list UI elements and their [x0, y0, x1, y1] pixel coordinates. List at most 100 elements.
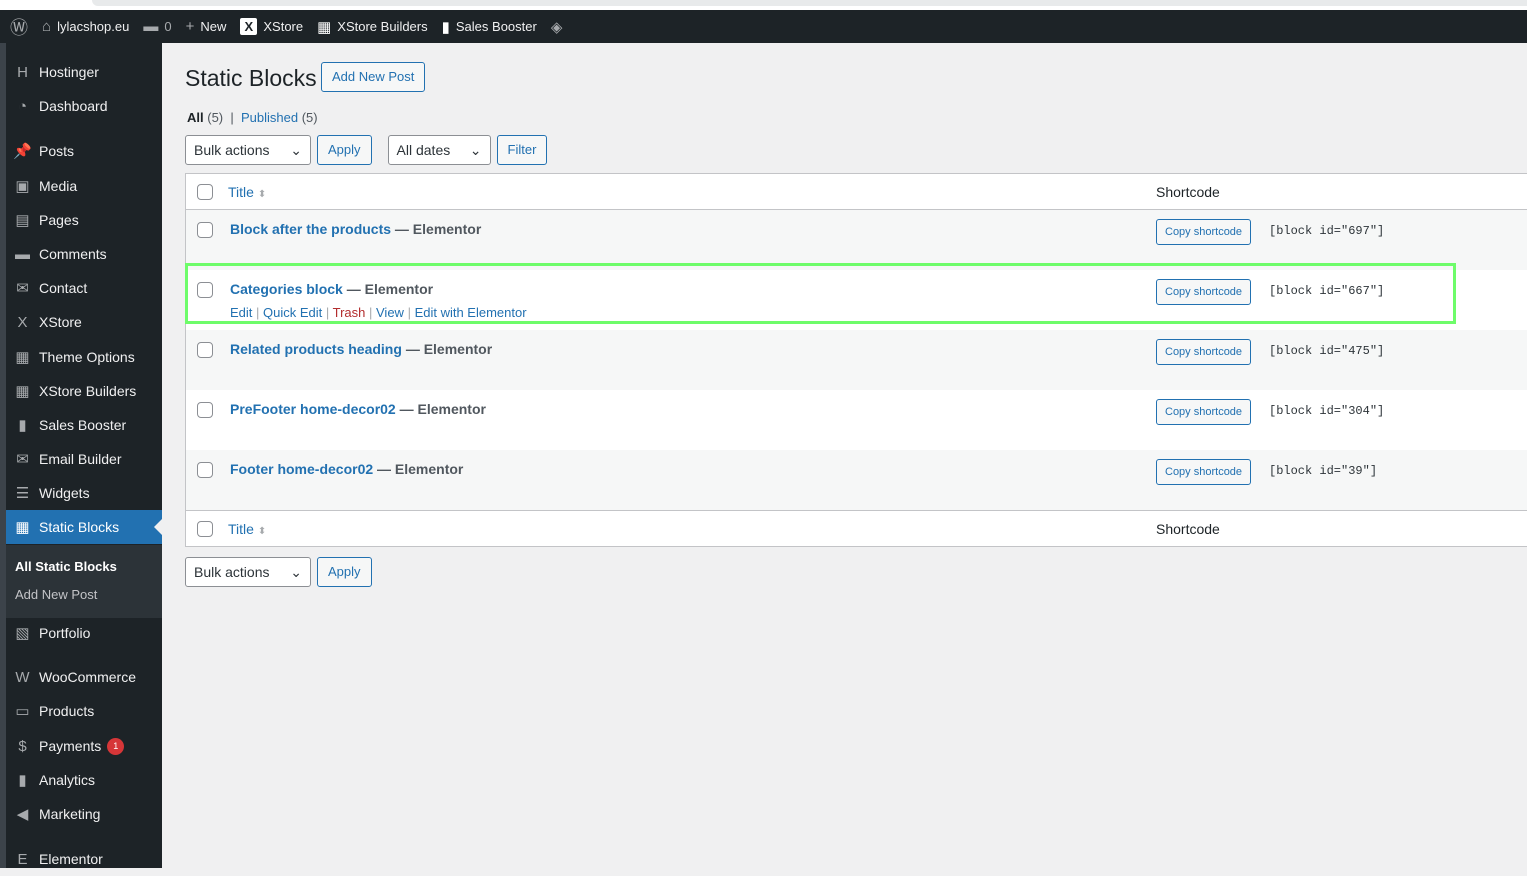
site-link[interactable]: ⌂ lylacshop.eu	[42, 10, 129, 43]
post-title-link[interactable]: Block after the products	[230, 221, 391, 237]
xstore-builders-link[interactable]: ▦ XStore Builders	[317, 10, 428, 43]
chevron-down-icon: ⌄	[469, 141, 482, 158]
wordpress-logo-icon[interactable]: Ⓦ	[10, 10, 28, 43]
filter-published[interactable]: Published	[241, 110, 298, 125]
sidebar-item-static-blocks[interactable]: ▦ Static Blocks	[6, 510, 162, 544]
post-state: — Elementor	[399, 401, 486, 417]
select-all-checkbox[interactable]	[197, 183, 213, 200]
plus-icon: +	[185, 18, 195, 35]
copy-shortcode-button[interactable]: Copy shortcode	[1156, 219, 1252, 245]
copy-shortcode-button[interactable]: Copy shortcode	[1156, 399, 1252, 425]
post-title-link[interactable]: Related products heading	[230, 341, 402, 357]
sidebar-item-analytics[interactable]: ▮ Analytics	[6, 763, 162, 797]
shortcode-header: Shortcode	[1156, 183, 1220, 200]
submenu-all-static-blocks[interactable]: All Static Blocks	[15, 559, 117, 574]
bulk-actions-select[interactable]: Bulk actions ⌄	[185, 557, 311, 587]
bar-chart-icon: ▮	[441, 18, 450, 36]
action-quick-edit[interactable]: Quick Edit	[263, 305, 322, 320]
apply-button[interactable]: Apply	[317, 135, 372, 165]
sidebar-item-label: Contact	[39, 280, 88, 296]
sidebar-item-comments[interactable]: ▬ Comments	[6, 237, 162, 271]
add-new-post-button[interactable]: Add New Post	[321, 62, 426, 92]
sidebar-item-posts[interactable]: 📌 Posts	[6, 134, 162, 168]
sales-booster-icon: ▮	[18, 417, 27, 434]
post-title-link[interactable]: Footer home-decor02	[230, 461, 373, 477]
row-actions: Edit | Quick Edit | Trash | View | Edit …	[230, 305, 527, 320]
sidebar-item-hostinger[interactable]: H Hostinger	[6, 55, 162, 89]
posts-icon: 📌	[13, 143, 32, 160]
title-sort-link[interactable]: Title ⬍	[228, 521, 266, 537]
status-filters: All (5) | Published (5)	[187, 110, 318, 125]
sidebar-item-label: Analytics	[39, 772, 96, 788]
sidebar-item-label: Comments	[39, 246, 107, 262]
elementor-icon: E	[17, 850, 28, 868]
shortcode-text: [block id="304"]	[1269, 404, 1385, 418]
submenu-add-new-post[interactable]: Add New Post	[15, 587, 97, 602]
table-header: Title ⬍ Shortcode	[186, 174, 1527, 210]
shortcode-text: [block id="39"]	[1269, 464, 1378, 478]
tablenav-bottom: Bulk actions ⌄ Apply	[185, 557, 372, 587]
row-checkbox[interactable]	[197, 342, 213, 358]
widgets-icon: ☰	[15, 485, 30, 502]
filter-button[interactable]: Filter	[496, 135, 548, 165]
sidebar-item-widgets[interactable]: ☰ Widgets	[6, 476, 162, 510]
row-checkbox[interactable]	[197, 222, 213, 238]
sidebar-item-sales-booster[interactable]: ▮ Sales Booster	[6, 408, 162, 442]
sidebar-item-label: Email Builder	[39, 451, 122, 467]
table-row: Block after the products — Elementor Cop…	[186, 210, 1527, 270]
sidebar-item-woocommerce[interactable]: W WooCommerce	[6, 660, 162, 694]
action-trash[interactable]: Trash	[333, 305, 366, 320]
theme-options-icon: ▦	[15, 349, 30, 366]
sales-booster-link[interactable]: ▮ Sales Booster	[442, 10, 537, 43]
diamond-icon[interactable]: ◈	[551, 10, 563, 43]
shortcode-text: [block id="697"]	[1269, 224, 1385, 238]
post-title-link[interactable]: Categories block	[230, 281, 343, 297]
post-title-link[interactable]: PreFooter home-decor02	[230, 401, 396, 417]
copy-shortcode-button[interactable]: Copy shortcode	[1156, 459, 1252, 485]
sidebar-item-products[interactable]: ▭ Products	[6, 694, 162, 728]
apply-button[interactable]: Apply	[317, 557, 372, 587]
row-checkbox[interactable]	[197, 462, 213, 478]
sidebar-item-payments[interactable]: $ Payments 1	[6, 729, 162, 763]
row-checkbox[interactable]	[197, 402, 213, 418]
payments-icon: $	[18, 737, 27, 755]
sidebar-item-marketing[interactable]: ◀ Marketing	[6, 797, 162, 831]
dates-select[interactable]: All dates ⌄	[387, 135, 491, 165]
admin-sidebar: All Static Blocks Add New Post H Hostinge…	[6, 43, 162, 868]
sidebar-item-theme-options[interactable]: ▦ Theme Options	[6, 340, 162, 374]
sidebar-item-label: Widgets	[39, 485, 90, 501]
post-state: — Elementor	[346, 281, 434, 297]
sidebar-item-contact[interactable]: ✉ Contact	[6, 271, 162, 305]
copy-shortcode-button[interactable]: Copy shortcode	[1156, 279, 1252, 305]
action-edit-with-elementor[interactable]: Edit with Elementor	[415, 305, 527, 320]
bulk-actions-select[interactable]: Bulk actions ⌄	[185, 135, 311, 165]
sidebar-item-xstore-builders[interactable]: ▦ XStore Builders	[6, 374, 162, 408]
hostinger-icon: H	[17, 63, 28, 81]
sidebar-item-label: Hostinger	[39, 64, 99, 80]
shortcode-text: [block id="475"]	[1269, 344, 1385, 358]
sidebar-item-dashboard[interactable]: ◔ Dashboard	[6, 89, 162, 123]
sidebar-item-pages[interactable]: ▤ Pages	[6, 203, 162, 237]
row-checkbox[interactable]	[197, 282, 213, 298]
comment-icon: ▬	[143, 18, 159, 35]
xstore-link[interactable]: X XStore	[240, 10, 303, 43]
comments-icon: ▬	[15, 245, 30, 263]
comments-link[interactable]: ▬ 0	[143, 10, 171, 43]
copy-shortcode-button[interactable]: Copy shortcode	[1156, 339, 1252, 365]
sidebar-item-label: XStore	[39, 314, 82, 330]
sidebar-item-portfolio[interactable]: ▧ Portfolio	[6, 616, 162, 650]
title-sort-link[interactable]: Title ⬍	[228, 184, 266, 200]
select-all-checkbox[interactable]	[197, 520, 213, 537]
sidebar-item-xstore[interactable]: X XStore	[6, 305, 162, 339]
new-link[interactable]: + New	[186, 10, 227, 43]
admin-bar: Ⓦ ⌂ lylacshop.eu ▬ 0 + New X XStore ▦ XStore …	[0, 10, 1527, 43]
sidebar-item-media[interactable]: ▣ Media	[6, 169, 162, 203]
action-view[interactable]: View	[376, 305, 404, 320]
filter-all[interactable]: All	[187, 110, 204, 125]
xstore-icon: X	[240, 18, 258, 35]
notification-badge: 1	[107, 737, 125, 755]
sidebar-item-email-builder[interactable]: ✉ Email Builder	[6, 442, 162, 476]
action-edit[interactable]: Edit	[230, 305, 252, 320]
home-icon: ⌂	[42, 18, 52, 35]
sidebar-item-elementor[interactable]: E Elementor	[6, 842, 162, 876]
